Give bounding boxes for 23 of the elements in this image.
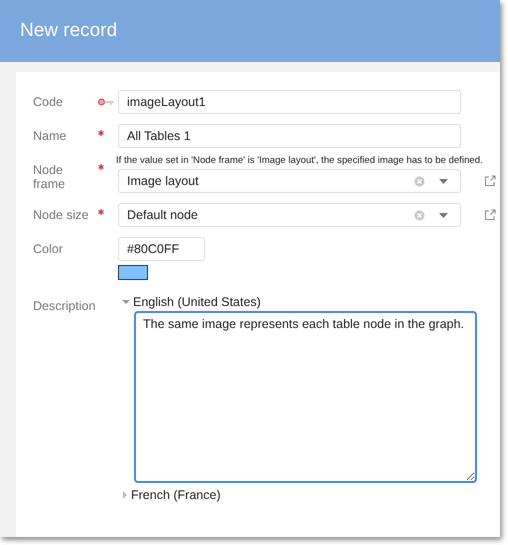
text-field[interactable]: All Tables 1 — [118, 124, 461, 148]
field-label: Color — [33, 242, 63, 256]
field-label: Node size — [33, 208, 89, 222]
external-link-icon[interactable] — [484, 175, 496, 187]
text-field[interactable]: imageLayout1 — [118, 90, 461, 114]
external-link-icon[interactable] — [484, 209, 496, 221]
language-toggle[interactable]: English (United States) — [122, 294, 500, 310]
description-field[interactable]: The same image represents each table node in the graph. — [134, 311, 477, 483]
select-field[interactable]: Image layout — [118, 169, 461, 193]
field-label: Description — [33, 299, 96, 313]
field-label: Name — [33, 129, 66, 143]
hint-text: If the value set in 'Node frame' is 'Image layout', the specified image has to be defined. — [116, 155, 484, 166]
color-field[interactable]: #80C0FF — [118, 237, 205, 261]
window-title: New record — [20, 20, 118, 42]
select-field[interactable]: Default node — [118, 203, 461, 227]
caret-icon[interactable] — [439, 212, 448, 218]
caret-icon[interactable] — [439, 178, 448, 184]
caret-icon — [122, 491, 128, 499]
field-label: Code — [33, 95, 63, 109]
language-toggle[interactable]: French (France) — [122, 487, 500, 503]
caret-icon — [122, 299, 130, 305]
field-label: Node frame — [33, 163, 66, 191]
color-swatch[interactable] — [118, 265, 148, 280]
